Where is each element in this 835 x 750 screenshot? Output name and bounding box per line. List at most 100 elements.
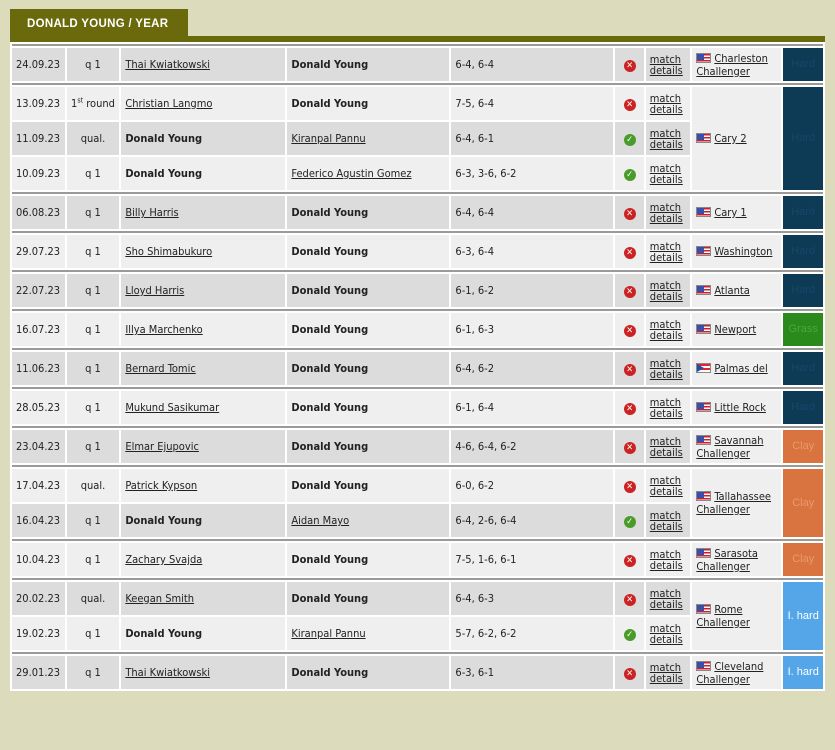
tournament-link[interactable]: Cary 2 xyxy=(714,132,746,145)
tournament-cell[interactable]: Cleveland Challenger xyxy=(692,656,782,689)
match-details-link[interactable]: match details xyxy=(645,122,691,155)
match-details-text[interactable]: match details xyxy=(650,549,686,571)
match-details-link[interactable]: match details xyxy=(645,157,691,190)
match-details-link[interactable]: match details xyxy=(645,87,691,120)
round-label: q 1 xyxy=(85,284,101,297)
player1-name[interactable]: Thai Kwiatkowski xyxy=(125,666,210,679)
tournament-cell[interactable]: Rome Challenger xyxy=(692,582,782,650)
player2-cell[interactable]: Federico Agustin Gomez xyxy=(287,157,450,190)
tournament-cell[interactable]: Charleston Challenger xyxy=(692,48,782,81)
separator-cell xyxy=(12,270,823,272)
separator-cell xyxy=(12,348,823,350)
tournament-link[interactable]: Washington xyxy=(714,245,772,258)
player1-cell[interactable]: Elmar Ejupovic xyxy=(121,430,286,463)
tournament-cell[interactable]: Cary 1 xyxy=(692,196,782,229)
match-details-link[interactable]: match details xyxy=(645,656,691,689)
match-details-link[interactable]: match details xyxy=(645,313,691,346)
match-details-text[interactable]: match details xyxy=(650,588,686,610)
tournament-cell[interactable]: Tallahassee Challenger xyxy=(692,469,782,537)
player1-name[interactable]: Christian Langmo xyxy=(125,97,212,110)
tournament-link[interactable]: Palmas del xyxy=(714,362,767,375)
player1-cell[interactable]: Bernard Tomic xyxy=(121,352,286,385)
player2-name[interactable]: Kiranpal Pannu xyxy=(291,627,365,640)
player1-name[interactable]: Bernard Tomic xyxy=(125,362,195,375)
match-details-text[interactable]: match details xyxy=(650,358,686,380)
tournament-cell[interactable]: Atlanta xyxy=(692,274,782,307)
tournament-link[interactable]: Little Rock xyxy=(714,401,766,414)
match-details-link[interactable]: match details xyxy=(645,235,691,268)
match-details-link[interactable]: match details xyxy=(645,504,691,537)
match-details-text[interactable]: match details xyxy=(650,241,686,263)
player1-cell[interactable]: Patrick Kypson xyxy=(121,469,286,502)
player1-name[interactable]: Zachary Svajda xyxy=(125,553,202,566)
match-details-text[interactable]: match details xyxy=(650,280,686,302)
tournament-cell[interactable]: Little Rock xyxy=(692,391,782,424)
match-details-link[interactable]: match details xyxy=(645,469,691,502)
player1-cell[interactable]: Keegan Smith xyxy=(121,582,286,615)
player1-cell[interactable]: Mukund Sasikumar xyxy=(121,391,286,424)
match-details-text[interactable]: match details xyxy=(650,319,686,341)
player1-name[interactable]: Sho Shimabukuro xyxy=(125,245,212,258)
player1-cell[interactable]: Lloyd Harris xyxy=(121,274,286,307)
player1-name[interactable]: Mukund Sasikumar xyxy=(125,401,219,414)
match-details-link[interactable]: match details xyxy=(645,430,691,463)
player2-cell[interactable]: Aidan Mayo xyxy=(287,504,450,537)
player1-cell[interactable]: Thai Kwiatkowski xyxy=(121,48,286,81)
match-details-text[interactable]: match details xyxy=(650,662,686,684)
player1-cell[interactable]: Thai Kwiatkowski xyxy=(121,656,286,689)
match-details-text[interactable]: match details xyxy=(650,54,686,76)
player1-name[interactable]: Patrick Kypson xyxy=(125,479,197,492)
surface-badge: Hard xyxy=(783,235,823,268)
match-details-text[interactable]: match details xyxy=(650,163,686,185)
match-details-text[interactable]: match details xyxy=(650,202,686,224)
player1-cell[interactable]: Billy Harris xyxy=(121,196,286,229)
match-details-text[interactable]: match details xyxy=(650,93,686,115)
player2-name[interactable]: Kiranpal Pannu xyxy=(291,132,365,145)
tournament-cell[interactable]: Palmas del xyxy=(692,352,782,385)
player2-cell[interactable]: Kiranpal Pannu xyxy=(287,122,450,155)
tournament-cell[interactable]: Cary 2 xyxy=(692,87,782,190)
match-details-text[interactable]: match details xyxy=(650,128,686,150)
match-details-link[interactable]: match details xyxy=(645,391,691,424)
match-details-link[interactable]: match details xyxy=(645,617,691,650)
match-details-link[interactable]: match details xyxy=(645,48,691,81)
match-row: 20.02.23 qual. Keegan Smith Donald Young 6-4… xyxy=(12,582,823,650)
tournament-cell[interactable]: Savannah Challenger xyxy=(692,430,782,463)
match-details-text[interactable]: match details xyxy=(650,436,686,458)
tournament-cell[interactable]: Sarasota Challenger xyxy=(692,543,782,576)
player1-name[interactable]: Lloyd Harris xyxy=(125,284,184,297)
tournament-cell[interactable]: Washington xyxy=(692,235,782,268)
player1-cell[interactable]: Christian Langmo xyxy=(121,87,286,120)
tournament-link[interactable]: Newport xyxy=(714,323,756,336)
match-details-text[interactable]: match details xyxy=(650,510,686,532)
player1-name[interactable]: Keegan Smith xyxy=(125,592,194,605)
match-row: 10.04.23 q 1 Zachary Svajda Donald Young 7-5… xyxy=(12,543,823,576)
match-date: 10.09.23 xyxy=(12,157,65,190)
match-details-text[interactable]: match details xyxy=(650,475,686,497)
player2-name[interactable]: Aidan Mayo xyxy=(291,514,349,527)
result-cell: ✕ xyxy=(615,543,644,576)
player1-name[interactable]: Illya Marchenko xyxy=(125,323,202,336)
player1-cell: Donald Young xyxy=(121,617,286,650)
player1-name[interactable]: Thai Kwiatkowski xyxy=(125,58,210,71)
tournament-link[interactable]: Atlanta xyxy=(714,284,749,297)
match-details-link[interactable]: match details xyxy=(645,196,691,229)
player2-cell: Donald Young xyxy=(287,313,450,346)
match-details-text[interactable]: match details xyxy=(650,623,686,645)
player1-name[interactable]: Elmar Ejupovic xyxy=(125,440,199,453)
player1-cell[interactable]: Sho Shimabukuro xyxy=(121,235,286,268)
player2-name[interactable]: Federico Agustin Gomez xyxy=(291,167,411,180)
tournament-link[interactable]: Cary 1 xyxy=(714,206,746,219)
tournament-cell[interactable]: Newport xyxy=(692,313,782,346)
player1-name[interactable]: Billy Harris xyxy=(125,206,178,219)
player1-cell[interactable]: Zachary Svajda xyxy=(121,543,286,576)
match-details-link[interactable]: match details xyxy=(645,274,691,307)
match-details-text[interactable]: match details xyxy=(650,397,686,419)
player1-cell[interactable]: Illya Marchenko xyxy=(121,313,286,346)
player2-cell: Donald Young xyxy=(287,391,450,424)
match-score: 5-7, 6-2, 6-2 xyxy=(451,617,614,650)
match-details-link[interactable]: match details xyxy=(645,582,691,615)
match-details-link[interactable]: match details xyxy=(645,352,691,385)
match-details-link[interactable]: match details xyxy=(645,543,691,576)
player2-cell[interactable]: Kiranpal Pannu xyxy=(287,617,450,650)
